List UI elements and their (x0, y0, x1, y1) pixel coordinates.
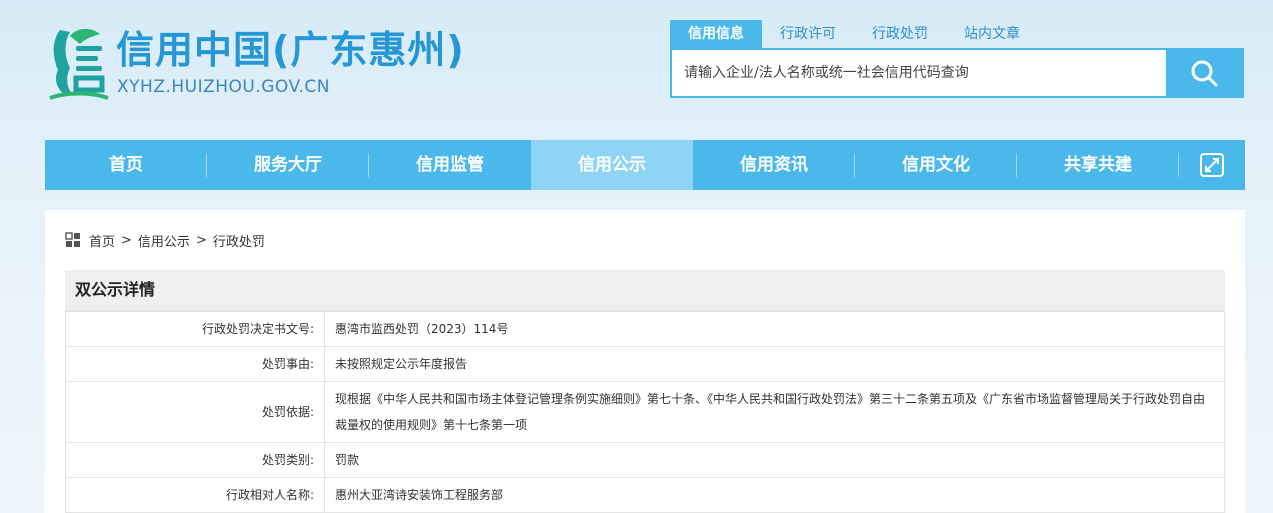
main-nav: 首页 服务大厅 信用监管 信用公示 信用资讯 信用文化 共享共建 (45, 140, 1245, 190)
nav-item-credit-publicity[interactable]: 信用公示 (531, 140, 693, 190)
row-value: 惠湾市监西处罚（2023）114号 (324, 311, 1225, 347)
detail-section: 双公示详情 行政处罚决定书文号: 惠湾市监西处罚（2023）114号 处罚事由:… (65, 270, 1225, 513)
breadcrumb-separator: > (195, 232, 207, 248)
table-row: 行政处罚决定书文号: 惠湾市监西处罚（2023）114号 (65, 311, 1225, 347)
search-input[interactable] (672, 50, 1166, 96)
row-value: 现根据《中华人民共和国市场主体登记管理条例实施细则》第七十条、《中华人民共和国行… (324, 381, 1225, 443)
nav-item-shared-building[interactable]: 共享共建 (1017, 140, 1179, 190)
site-title: 信用中国(广东惠州) (116, 28, 465, 72)
nav-item-credit-supervision[interactable]: 信用监管 (369, 140, 531, 190)
breadcrumb: 首页 > 信用公示 > 行政处罚 (65, 230, 265, 250)
breadcrumb-current: 行政处罚 (212, 234, 265, 250)
breadcrumb-separator: > (121, 232, 132, 248)
table-row: 处罚类别: 罚款 (65, 442, 1225, 478)
main-content: 首页 > 信用公示 > 行政处罚 双公示详情 行政处罚决定书文号: 惠湾市监西处… (45, 210, 1245, 513)
search-tab-site-articles[interactable]: 站内文章 (946, 20, 1038, 48)
credit-china-logo-icon[interactable] (46, 22, 112, 102)
nav-item-home[interactable]: 首页 (45, 140, 207, 190)
row-value: 未按照规定公示年度报告 (324, 346, 1225, 382)
section-title: 双公示详情 (65, 270, 1225, 311)
row-label: 处罚依据: (65, 381, 325, 443)
breadcrumb-home[interactable]: 首页 (89, 231, 115, 250)
row-value: 罚款 (324, 442, 1225, 478)
search-box (670, 48, 1244, 98)
nav-item-credit-culture[interactable]: 信用文化 (855, 140, 1017, 190)
site-header: 信用中国(广东惠州) XYHZ.HUIZHOU.GOV.CN 信用信息 行政许可… (0, 0, 1273, 140)
search-tab-admin-license[interactable]: 行政许可 (762, 20, 854, 48)
search-tab-credit-info[interactable]: 信用信息 (670, 20, 762, 48)
row-label: 行政相对人名称: (65, 477, 325, 513)
row-label: 行政处罚决定书文号: (65, 311, 325, 347)
detail-table: 行政处罚决定书文号: 惠湾市监西处罚（2023）114号 处罚事由: 未按照规定… (65, 311, 1225, 513)
breadcrumb-credit-publicity[interactable]: 信用公示 (138, 231, 190, 250)
table-row: 处罚依据: 现根据《中华人民共和国市场主体登记管理条例实施细则》第七十条、《中华… (65, 381, 1225, 443)
search-tabs: 信用信息 行政许可 行政处罚 站内文章 (670, 20, 1038, 48)
search-icon (1191, 60, 1218, 87)
search-button[interactable] (1166, 50, 1242, 96)
site-url: XYHZ.HUIZHOU.GOV.CN (117, 77, 330, 97)
row-label: 处罚事由: (65, 346, 325, 382)
nav-expand-button[interactable] (1179, 140, 1245, 190)
table-row: 处罚事由: 未按照规定公示年度报告 (65, 346, 1225, 382)
nav-item-credit-news[interactable]: 信用资讯 (693, 140, 855, 190)
nav-item-service-hall[interactable]: 服务大厅 (207, 140, 369, 190)
expand-icon (1200, 153, 1224, 177)
table-row: 行政相对人名称: 惠州大亚湾诗安装饰工程服务部 (65, 477, 1225, 513)
search-tab-admin-penalty[interactable]: 行政处罚 (854, 20, 946, 48)
grid-icon (65, 232, 80, 247)
row-value: 惠州大亚湾诗安装饰工程服务部 (324, 477, 1225, 513)
row-label: 处罚类别: (65, 442, 325, 478)
